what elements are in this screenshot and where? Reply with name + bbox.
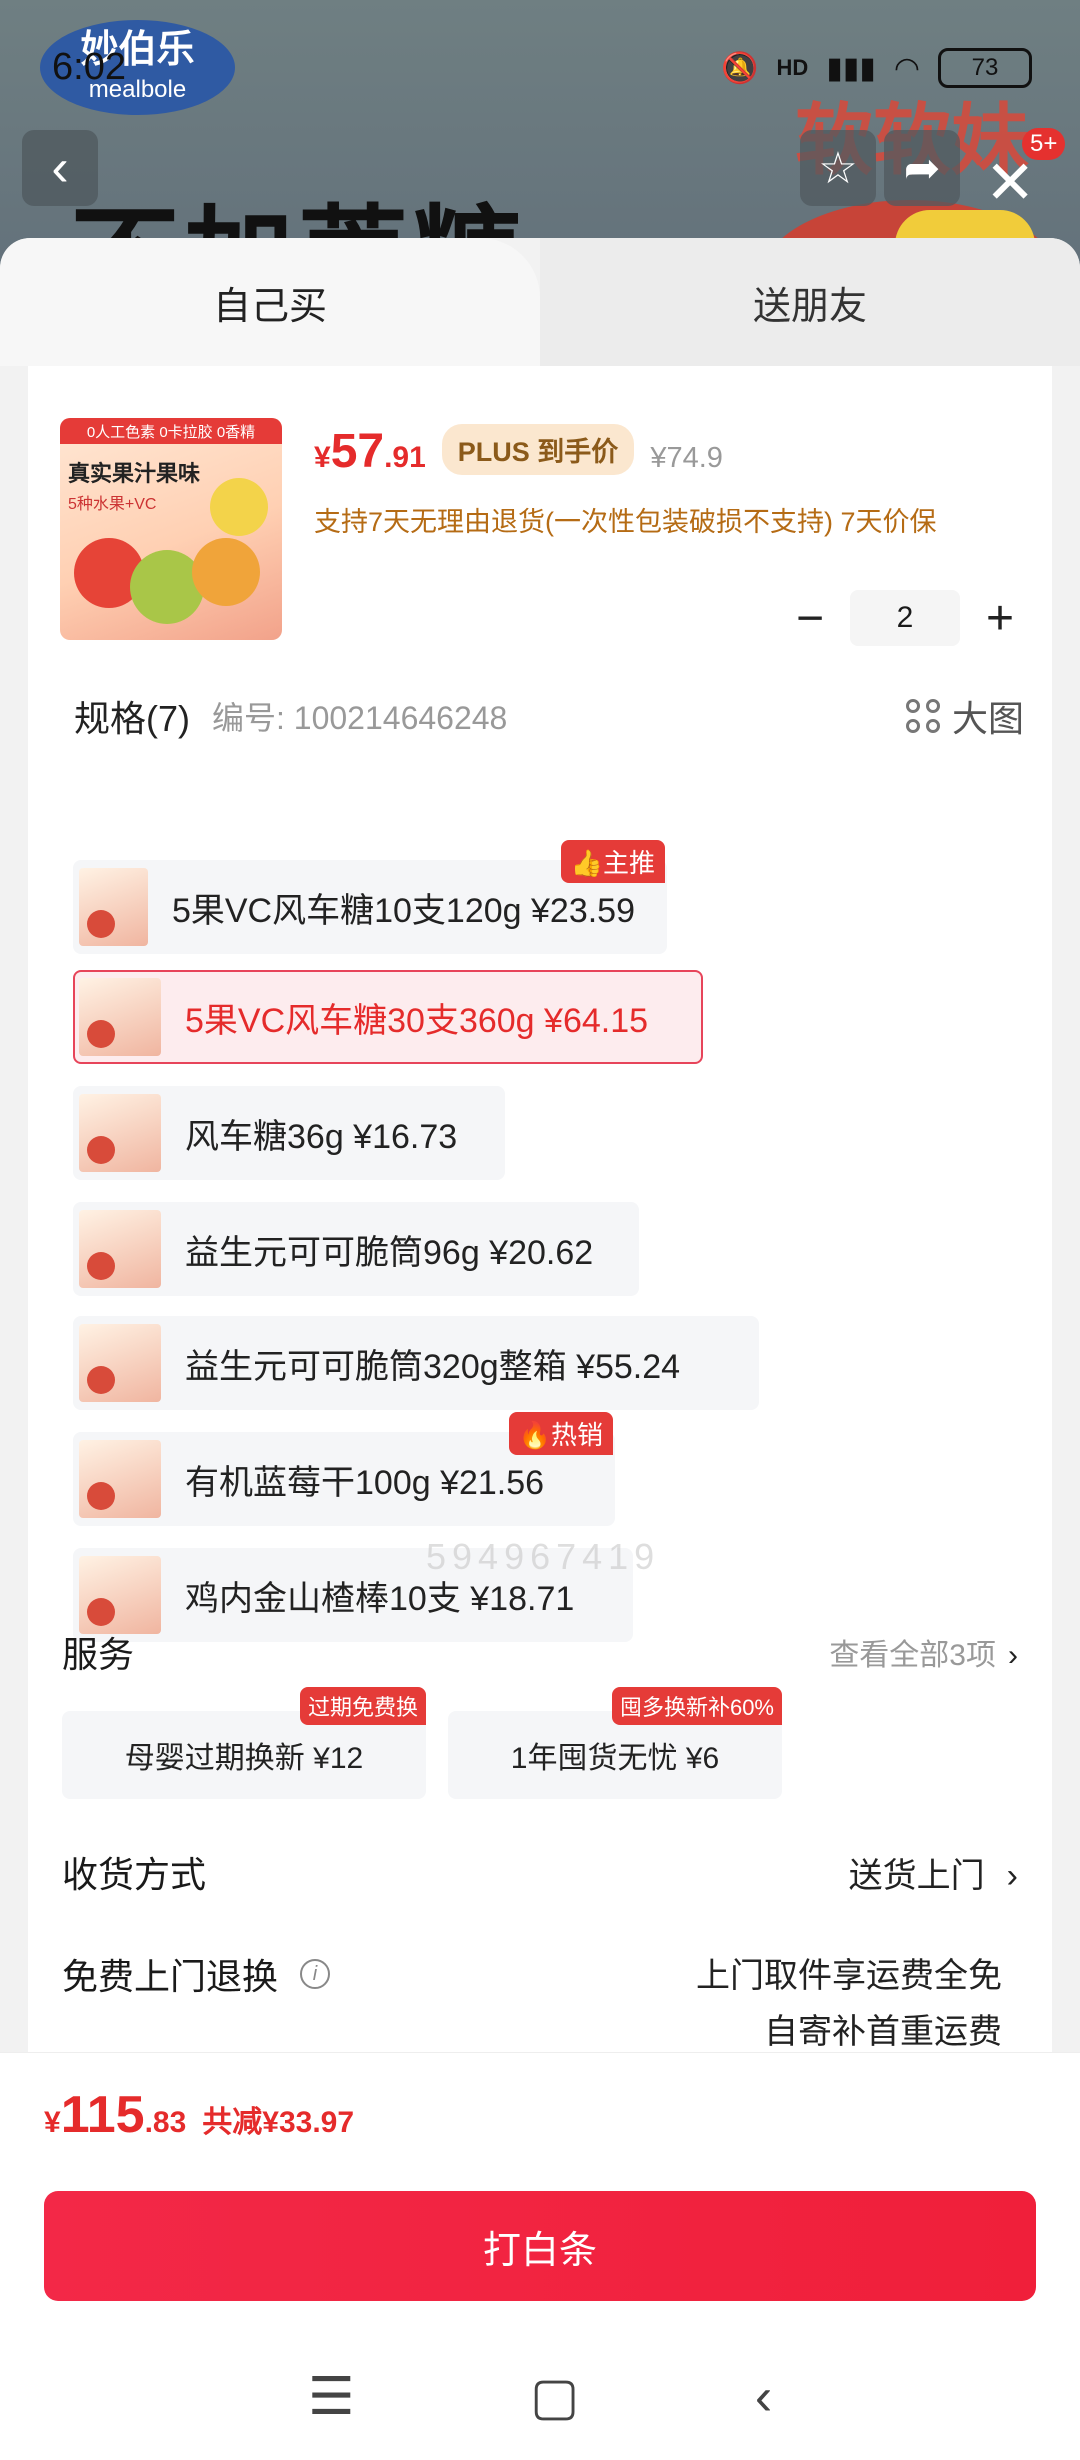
menu-icon[interactable]: ☰ bbox=[308, 2367, 355, 2427]
back-icon[interactable]: ‹ bbox=[755, 2367, 772, 2427]
spec-thumbnail bbox=[79, 1324, 161, 1402]
pay-button[interactable]: 打白条 bbox=[44, 2191, 1036, 2301]
close-icon[interactable]: ✕ bbox=[985, 153, 1035, 213]
plus-price: ¥57.91 bbox=[314, 425, 426, 478]
total-price: ¥115.83 共减¥33.97 bbox=[44, 2086, 355, 2144]
service-title: 服务 bbox=[62, 1634, 135, 1675]
return-line-1: 上门取件享运费全免 bbox=[696, 1957, 1002, 1995]
spec-option[interactable]: 益生元可可脆筒96g ¥20.62 bbox=[73, 1202, 639, 1296]
tab-gift-friend[interactable]: 送朋友 bbox=[540, 238, 1080, 366]
service-label: 1年囤货无忧 ¥6 bbox=[510, 1742, 720, 1775]
big-view-button[interactable]: 大图 bbox=[905, 690, 1024, 742]
spec-thumbnail bbox=[79, 1440, 161, 1518]
return-details: 上门取件享运费全免 自寄补首重运费 bbox=[696, 1948, 1002, 2060]
signal-icon: ▮▮▮ bbox=[826, 51, 876, 85]
quantity-stepper: − 2 + bbox=[790, 590, 1020, 646]
status-icons: 🔕 HD ▮▮▮ ◠ 73 bbox=[721, 48, 1032, 88]
total-saving: 共减¥33.97 bbox=[202, 2106, 355, 2139]
service-tag: 囤多换新补60% bbox=[611, 1687, 782, 1725]
delivery-value: 送货上门 › bbox=[848, 1856, 1018, 1895]
plus-price-tag: PLUS 到手价 bbox=[441, 424, 635, 475]
service-label: 母婴过期换新 ¥12 bbox=[124, 1742, 364, 1775]
system-nav-bar: ☰ ▢ ‹ bbox=[0, 2333, 1080, 2460]
product-box-top: 0人工色素 0卡拉胶 0香精 bbox=[60, 418, 282, 444]
service-header: 服务 查看全部3项 › bbox=[62, 1626, 1018, 1678]
price-row: ¥57.91 PLUS 到手价 ¥74.9 bbox=[314, 424, 723, 481]
sheet-content: 0人工色素 0卡拉胶 0香精 真实果汁果味 5种水果+VC ¥57.91 PLU… bbox=[28, 366, 1052, 2298]
status-bar: 6:02 🔕 HD ▮▮▮ ◠ 73 bbox=[0, 0, 1080, 130]
tab-bar: 自己买 送朋友 bbox=[0, 238, 1080, 366]
grid-icon bbox=[905, 699, 940, 733]
return-title: 免费上门退换 bbox=[62, 1956, 279, 1997]
spec-label: 5果VC风车糖30支360g ¥64.15 bbox=[185, 1001, 649, 1040]
spec-header: 规格(7) 编号: 100214646248 大图 bbox=[74, 690, 1024, 742]
product-image[interactable]: 0人工色素 0卡拉胶 0香精 真实果汁果味 5种水果+VC bbox=[60, 418, 282, 640]
spec-label: 5果VC风车糖10支120g ¥23.59 bbox=[171, 891, 635, 930]
spec-thumbnail bbox=[79, 1094, 161, 1172]
spec-label: 益生元可可脆筒320g整箱 ¥55.24 bbox=[185, 1347, 681, 1386]
watermark: 594967419 bbox=[426, 1536, 661, 1577]
spec-option[interactable]: 有机蓝莓干100g ¥21.56 🔥热销 bbox=[73, 1412, 615, 1526]
network-label: HD bbox=[776, 55, 809, 80]
favorite-icon[interactable]: ☆ bbox=[800, 130, 876, 206]
hot-sale-badge: 🔥热销 bbox=[508, 1412, 613, 1455]
spec-option[interactable]: 风车糖36g ¥16.73 bbox=[73, 1086, 505, 1180]
mute-icon: 🔕 bbox=[721, 51, 759, 85]
spec-title: 规格(7) bbox=[74, 698, 190, 739]
spec-option-selected[interactable]: 5果VC风车糖30支360g ¥64.15 bbox=[73, 970, 703, 1064]
delivery-row[interactable]: 收货方式 送货上门 › bbox=[62, 1846, 1018, 1898]
info-icon[interactable]: i bbox=[300, 1959, 331, 1989]
spec-option[interactable]: 5果VC风车糖10支120g ¥23.59 👍主推 bbox=[73, 840, 667, 954]
service-view-all[interactable]: 查看全部3项 › bbox=[829, 1630, 1018, 1674]
spec-thumbnail bbox=[79, 868, 148, 946]
service-option[interactable]: 母婴过期换新 ¥12 过期免费换 bbox=[62, 1687, 426, 1799]
spec-thumbnail bbox=[79, 1556, 161, 1634]
spec-label: 有机蓝莓干100g ¥21.56 bbox=[185, 1463, 545, 1502]
status-time: 6:02 bbox=[52, 46, 126, 88]
fruit-image bbox=[192, 538, 260, 606]
service-tag: 过期免费换 bbox=[299, 1687, 426, 1725]
product-code: 编号: 100214646248 bbox=[212, 700, 508, 736]
home-icon[interactable]: ▢ bbox=[530, 2367, 579, 2427]
spec-label: 风车糖36g ¥16.73 bbox=[185, 1117, 458, 1156]
spec-label: 益生元可可脆筒96g ¥20.62 bbox=[185, 1233, 594, 1272]
fruit-image bbox=[210, 478, 268, 536]
original-price: ¥74.9 bbox=[650, 442, 723, 474]
back-button[interactable]: ‹ bbox=[22, 130, 98, 206]
return-policy: 支持7天无理由退货(一次性包装破损不支持) 7天价保 bbox=[314, 507, 937, 537]
decrease-button[interactable]: − bbox=[790, 591, 830, 646]
checkout-footer: ¥115.83 共减¥33.97 打白条 ☰ ▢ ‹ bbox=[0, 2052, 1080, 2460]
tab-buy-self[interactable]: 自己买 bbox=[0, 238, 540, 366]
increase-button[interactable]: + bbox=[980, 591, 1020, 646]
battery-icon: 73 bbox=[938, 48, 1032, 88]
share-icon[interactable]: ➦ bbox=[884, 130, 960, 206]
wifi-icon: ◠ bbox=[893, 51, 920, 85]
spec-option[interactable]: 益生元可可脆筒320g整箱 ¥55.24 bbox=[73, 1316, 759, 1410]
delivery-title: 收货方式 bbox=[62, 1854, 207, 1895]
recommend-badge: 👍主推 bbox=[560, 840, 665, 883]
spec-thumbnail bbox=[79, 1210, 161, 1288]
spec-thumbnail bbox=[79, 978, 161, 1056]
service-option[interactable]: 1年囤货无忧 ¥6 囤多换新补60% bbox=[448, 1687, 782, 1799]
quantity-value[interactable]: 2 bbox=[850, 590, 960, 646]
